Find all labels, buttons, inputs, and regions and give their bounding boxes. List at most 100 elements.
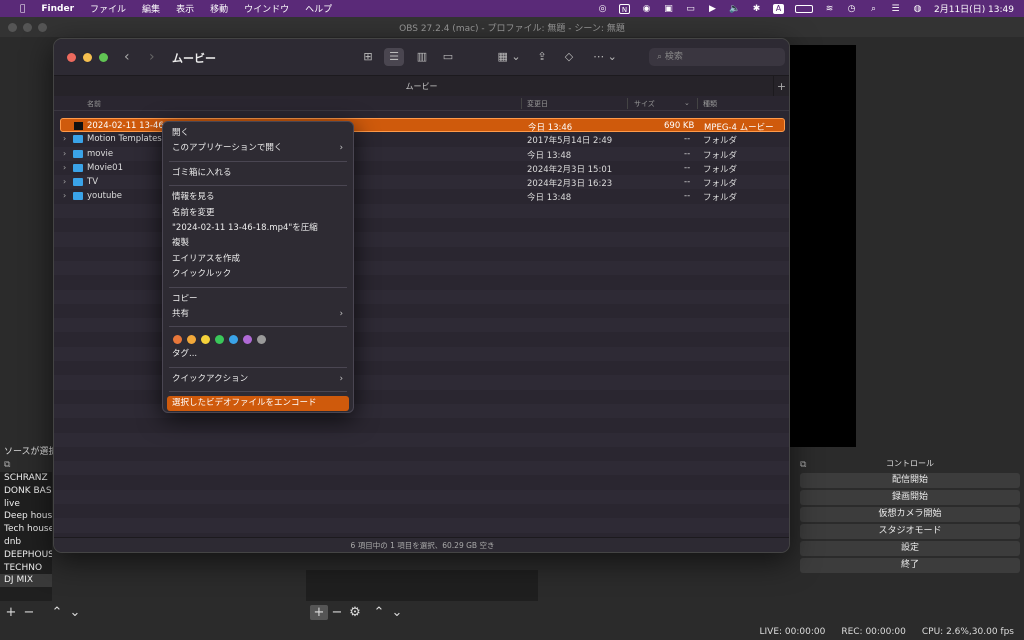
group-icon[interactable]: ▦ ⌄ bbox=[494, 48, 524, 66]
list-item[interactable]: Deep house bbox=[0, 510, 52, 523]
settings-button[interactable]: 設定 bbox=[800, 541, 1020, 556]
disclosure-icon[interactable]: › bbox=[63, 134, 66, 143]
obs-zoom-button[interactable] bbox=[38, 23, 47, 32]
add-scene-icon[interactable]: + bbox=[2, 605, 20, 620]
list-item[interactable]: TECHNO bbox=[0, 562, 52, 575]
menu-edit[interactable]: 編集 bbox=[134, 2, 168, 15]
battery-icon[interactable] bbox=[795, 4, 813, 13]
input-source-icon[interactable]: A bbox=[773, 3, 784, 14]
controls-dock-icon[interactable]: ⧉ bbox=[800, 460, 806, 470]
menu-encode-video[interactable]: 選択したビデオファイルをエンコード bbox=[167, 396, 349, 412]
tab-movies[interactable]: ムービー bbox=[406, 81, 438, 92]
menu-move-to-trash[interactable]: ゴミ箱に入れる bbox=[163, 166, 353, 181]
source-down-icon[interactable]: ⌄ bbox=[388, 605, 406, 620]
tag-color-dot[interactable] bbox=[187, 334, 196, 344]
tag-icon[interactable]: ◇ bbox=[559, 48, 579, 66]
menu-copy[interactable]: コピー bbox=[163, 292, 353, 307]
menu-tags[interactable]: タグ... bbox=[163, 347, 353, 362]
disclosure-icon[interactable]: › bbox=[63, 149, 66, 158]
menu-get-info[interactable]: 情報を見る bbox=[163, 190, 353, 205]
list-item[interactable]: live bbox=[0, 498, 52, 511]
list-item[interactable]: dnb bbox=[0, 536, 52, 549]
tag-color-dot[interactable] bbox=[257, 334, 266, 344]
search-icon[interactable]: ⌕ bbox=[868, 4, 879, 14]
list-item[interactable]: Tech house bbox=[0, 523, 52, 536]
start-streaming-button[interactable]: 配信開始 bbox=[800, 473, 1020, 488]
menu-view[interactable]: 表示 bbox=[168, 2, 202, 15]
tag-color-dot[interactable] bbox=[215, 334, 224, 344]
menu-go[interactable]: 移動 bbox=[202, 2, 236, 15]
wifi-icon[interactable]: ≋ bbox=[824, 4, 835, 14]
new-tab-icon[interactable]: + bbox=[773, 76, 789, 97]
menubar-clock[interactable]: 2月11日(日) 13:49 bbox=[934, 2, 1014, 15]
apple-icon[interactable]:  bbox=[12, 4, 33, 14]
control-center-icon[interactable]: ☰ bbox=[890, 4, 901, 14]
start-recording-button[interactable]: 録画開始 bbox=[800, 490, 1020, 505]
col-size[interactable]: サイズ bbox=[634, 99, 655, 109]
action-icon[interactable]: ⋯ ⌄ bbox=[590, 48, 620, 66]
menu-compress[interactable]: "2024-02-11 13-46-18.mp4"を圧縮 bbox=[163, 221, 353, 236]
col-kind[interactable]: 種類 bbox=[703, 99, 717, 109]
icon-view-icon[interactable]: ⊞ bbox=[358, 48, 378, 66]
menu-open-with[interactable]: このアプリケーションで開く › bbox=[163, 141, 353, 156]
source-up-icon[interactable]: ⌃ bbox=[370, 605, 388, 620]
list-item[interactable]: DONK BASS bbox=[0, 485, 52, 498]
menu-file[interactable]: ファイル bbox=[82, 2, 134, 15]
app-status-icon[interactable]: ▣ bbox=[663, 4, 674, 14]
move-up-icon[interactable]: ⌃ bbox=[48, 605, 66, 620]
empty-row bbox=[54, 418, 789, 432]
menu-duplicate[interactable]: 複製 bbox=[163, 236, 353, 251]
tag-color-dot[interactable] bbox=[229, 334, 238, 344]
tag-color-dot[interactable] bbox=[173, 334, 182, 344]
menu-quick-actions[interactable]: クイックアクション › bbox=[163, 372, 353, 387]
list-item[interactable]: DEEPHOUSE bbox=[0, 549, 52, 562]
tag-color-dot[interactable] bbox=[243, 334, 252, 344]
time-machine-icon[interactable]: ◷ bbox=[846, 4, 857, 14]
studio-mode-button[interactable]: スタジオモード bbox=[800, 524, 1020, 539]
obs-minimize-button[interactable] bbox=[23, 23, 32, 32]
remove-source-icon[interactable]: − bbox=[328, 605, 346, 620]
remove-scene-icon[interactable]: − bbox=[20, 605, 38, 620]
menu-help[interactable]: ヘルプ bbox=[297, 2, 340, 15]
disclosure-icon[interactable]: › bbox=[63, 163, 66, 172]
display-icon[interactable]: ▭ bbox=[685, 4, 696, 14]
bluetooth-icon[interactable]: ✱ bbox=[751, 4, 762, 14]
column-view-icon[interactable]: ▥ bbox=[412, 48, 432, 66]
gallery-view-icon[interactable]: ▭ bbox=[438, 48, 458, 66]
disclosure-icon[interactable]: › bbox=[63, 177, 66, 186]
forward-icon[interactable]: › bbox=[149, 49, 155, 65]
back-icon[interactable]: ‹ bbox=[124, 49, 130, 65]
volume-icon[interactable]: 🔈 bbox=[729, 4, 740, 14]
obs-close-button[interactable] bbox=[8, 23, 17, 32]
col-date[interactable]: 変更日 bbox=[527, 99, 548, 109]
minimize-button[interactable] bbox=[83, 53, 92, 62]
menu-finder[interactable]: Finder bbox=[33, 4, 82, 14]
menu-window[interactable]: ウインドウ bbox=[236, 2, 297, 15]
list-item[interactable]: DJ MIX bbox=[0, 574, 52, 588]
menu-rename[interactable]: 名前を変更 bbox=[163, 206, 353, 221]
list-item[interactable]: SCHRANZ bbox=[0, 472, 52, 485]
media-icon[interactable]: ▶ bbox=[707, 4, 718, 14]
siri-icon[interactable]: ◍ bbox=[912, 4, 923, 14]
obs-status-icon[interactable]: ◎ bbox=[597, 4, 608, 14]
move-down-icon[interactable]: ⌄ bbox=[66, 605, 84, 620]
col-name[interactable]: 名前 bbox=[87, 99, 101, 109]
sources-dock-icon[interactable]: ⧉ bbox=[4, 460, 10, 470]
exit-button[interactable]: 終了 bbox=[800, 558, 1020, 573]
disclosure-icon[interactable]: › bbox=[63, 191, 66, 200]
add-source-icon[interactable]: + bbox=[310, 604, 328, 620]
share-icon[interactable]: ⇪ bbox=[532, 48, 552, 66]
menu-quick-look[interactable]: クイックルック bbox=[163, 267, 353, 282]
search-field[interactable]: ⌕ 検索 bbox=[649, 48, 785, 66]
close-button[interactable] bbox=[67, 53, 76, 62]
gear-icon[interactable]: ⚙ bbox=[346, 605, 364, 620]
record-status-icon[interactable]: ◉ bbox=[641, 4, 652, 14]
tag-color-dot[interactable] bbox=[201, 334, 210, 344]
zoom-button[interactable] bbox=[99, 53, 108, 62]
list-view-icon[interactable]: ☰ bbox=[384, 48, 404, 66]
menu-open[interactable]: 開く bbox=[163, 126, 353, 141]
start-virtual-camera-button[interactable]: 仮想カメラ開始 bbox=[800, 507, 1020, 522]
menu-make-alias[interactable]: エイリアスを作成 bbox=[163, 252, 353, 267]
notion-icon[interactable]: N bbox=[619, 3, 630, 14]
menu-share[interactable]: 共有 › bbox=[163, 307, 353, 322]
